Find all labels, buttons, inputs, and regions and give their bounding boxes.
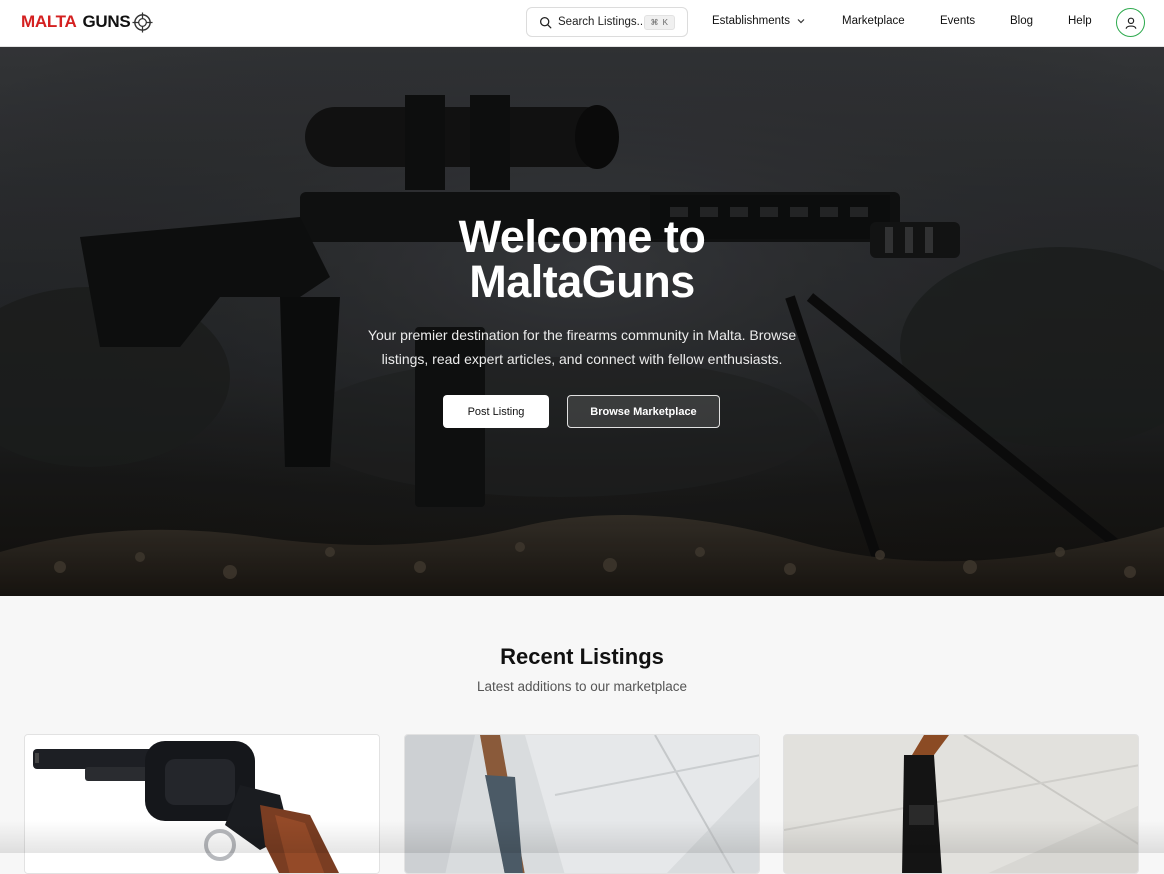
hero-subtitle: Your premier destination for the firearm… (367, 327, 797, 367)
shotgun-on-tiles-image (784, 735, 1138, 873)
logo-malta-text: MALTA (21, 12, 77, 31)
chevron-down-icon (797, 19, 805, 24)
nav-help-link[interactable]: Help (1068, 15, 1092, 27)
listing-card[interactable] (404, 734, 760, 874)
user-account-button[interactable] (1116, 8, 1145, 37)
site-logo[interactable]: MALTA GUNS (21, 11, 153, 33)
nav-marketplace-link[interactable]: Marketplace (842, 15, 905, 27)
hero-title-line1: Welcome to (458, 211, 706, 262)
hero-dim-overlay (0, 47, 1164, 596)
recent-listings-subtitle: Latest additions to our marketplace (476, 679, 688, 694)
search-icon (539, 16, 552, 28)
revolver-image (25, 735, 379, 873)
nav-blog-link[interactable]: Blog (1010, 15, 1033, 27)
hero-title-line2: MaltaGuns (469, 256, 695, 307)
search-shortcut-badge: ⌘ K (644, 15, 675, 30)
listing-card[interactable] (783, 734, 1139, 874)
nav-establishments-dropdown[interactable]: Establishments (712, 15, 806, 27)
rifle-on-tiles-image (405, 735, 759, 873)
browse-marketplace-button[interactable]: Browse Marketplace (567, 395, 720, 428)
nav-events-link[interactable]: Events (940, 15, 975, 27)
search-listings-button[interactable]: Search Listings... ⌘ K (526, 7, 688, 37)
nav-establishments-label: Establishments (712, 15, 790, 27)
hero-title: Welcome to MaltaGuns (332, 214, 832, 304)
crosshair-icon (132, 11, 153, 33)
user-icon (1125, 17, 1136, 29)
listing-card[interactable] (24, 734, 380, 874)
search-label: Search Listings... (558, 16, 647, 28)
hero-banner: Welcome to MaltaGuns Your premier destin… (0, 47, 1164, 596)
post-listing-button[interactable]: Post Listing (443, 395, 549, 428)
recent-listings-title: Recent Listings (500, 644, 664, 669)
top-navbar: MALTA GUNS Search Listings... ⌘ K Establ… (0, 0, 1164, 47)
logo-guns-text: GUNS (82, 12, 131, 31)
